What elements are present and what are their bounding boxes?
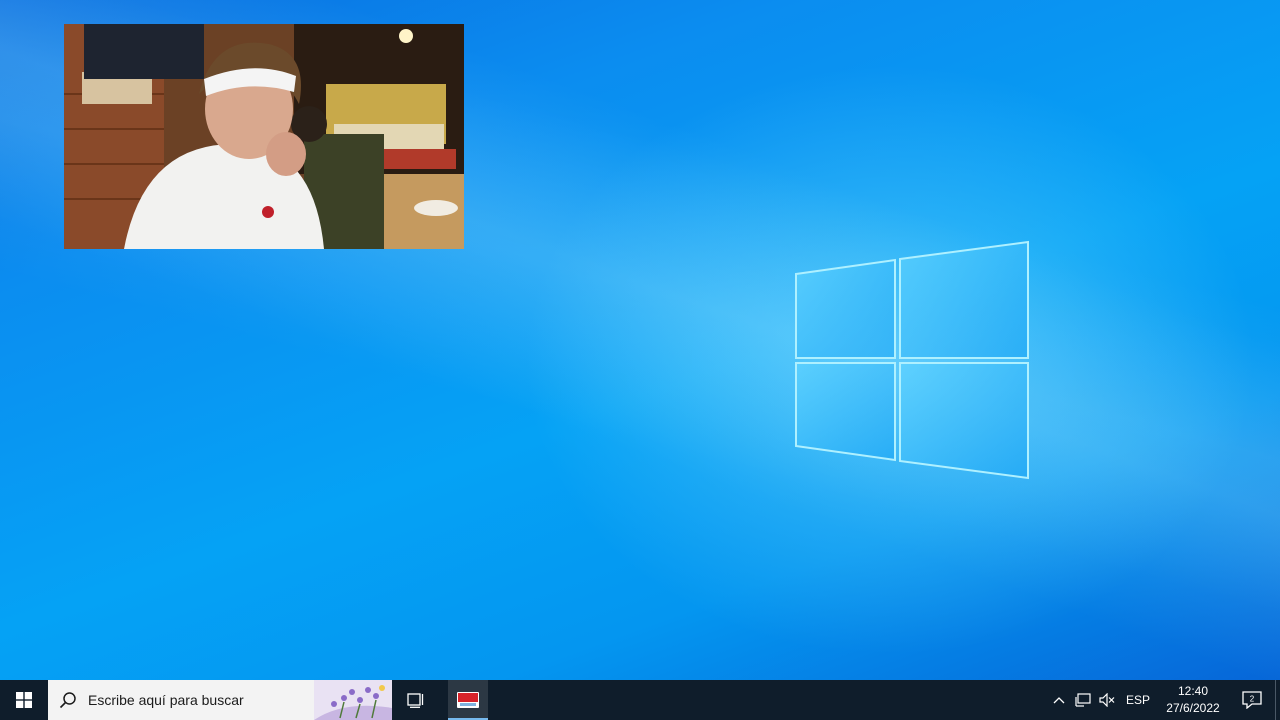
clock[interactable]: 12:40 27/6/2022 bbox=[1157, 683, 1229, 717]
clock-time: 12:40 bbox=[1177, 684, 1209, 698]
show-desktop-button[interactable] bbox=[1275, 680, 1280, 720]
volume-muted-icon bbox=[1099, 693, 1115, 707]
search-placeholder: Escribe aquí para buscar bbox=[88, 692, 244, 708]
task-view-button[interactable] bbox=[392, 680, 440, 720]
taskbar: Escribe aquí para buscar ESP 12:40 27/6/… bbox=[0, 680, 1280, 720]
task-view-icon bbox=[407, 693, 424, 708]
notification-count: 2 bbox=[1250, 695, 1255, 704]
video-pip-window[interactable] bbox=[64, 24, 464, 249]
action-center-button[interactable]: 2 bbox=[1229, 680, 1275, 720]
search-box[interactable]: Escribe aquí para buscar bbox=[48, 680, 392, 720]
show-hidden-icons-button[interactable] bbox=[1047, 680, 1071, 720]
taskbar-app-button[interactable] bbox=[448, 680, 488, 720]
network-button[interactable] bbox=[1071, 680, 1095, 720]
action-center-icon: 2 bbox=[1242, 691, 1262, 709]
network-icon bbox=[1075, 693, 1091, 707]
red-app-icon bbox=[457, 692, 479, 708]
chevron-up-icon bbox=[1053, 697, 1065, 704]
clock-date: 27/6/2022 bbox=[1166, 701, 1220, 715]
windows-start-icon bbox=[16, 692, 32, 708]
search-highlight-illustration bbox=[314, 680, 392, 720]
search-icon bbox=[48, 691, 88, 709]
volume-button[interactable] bbox=[1095, 680, 1119, 720]
input-language-indicator[interactable]: ESP bbox=[1119, 693, 1157, 707]
start-button[interactable] bbox=[0, 680, 48, 720]
windows-logo-wallpaper bbox=[795, 240, 1029, 480]
video-frame bbox=[64, 24, 464, 249]
system-tray: ESP 12:40 27/6/2022 2 bbox=[1047, 680, 1280, 720]
